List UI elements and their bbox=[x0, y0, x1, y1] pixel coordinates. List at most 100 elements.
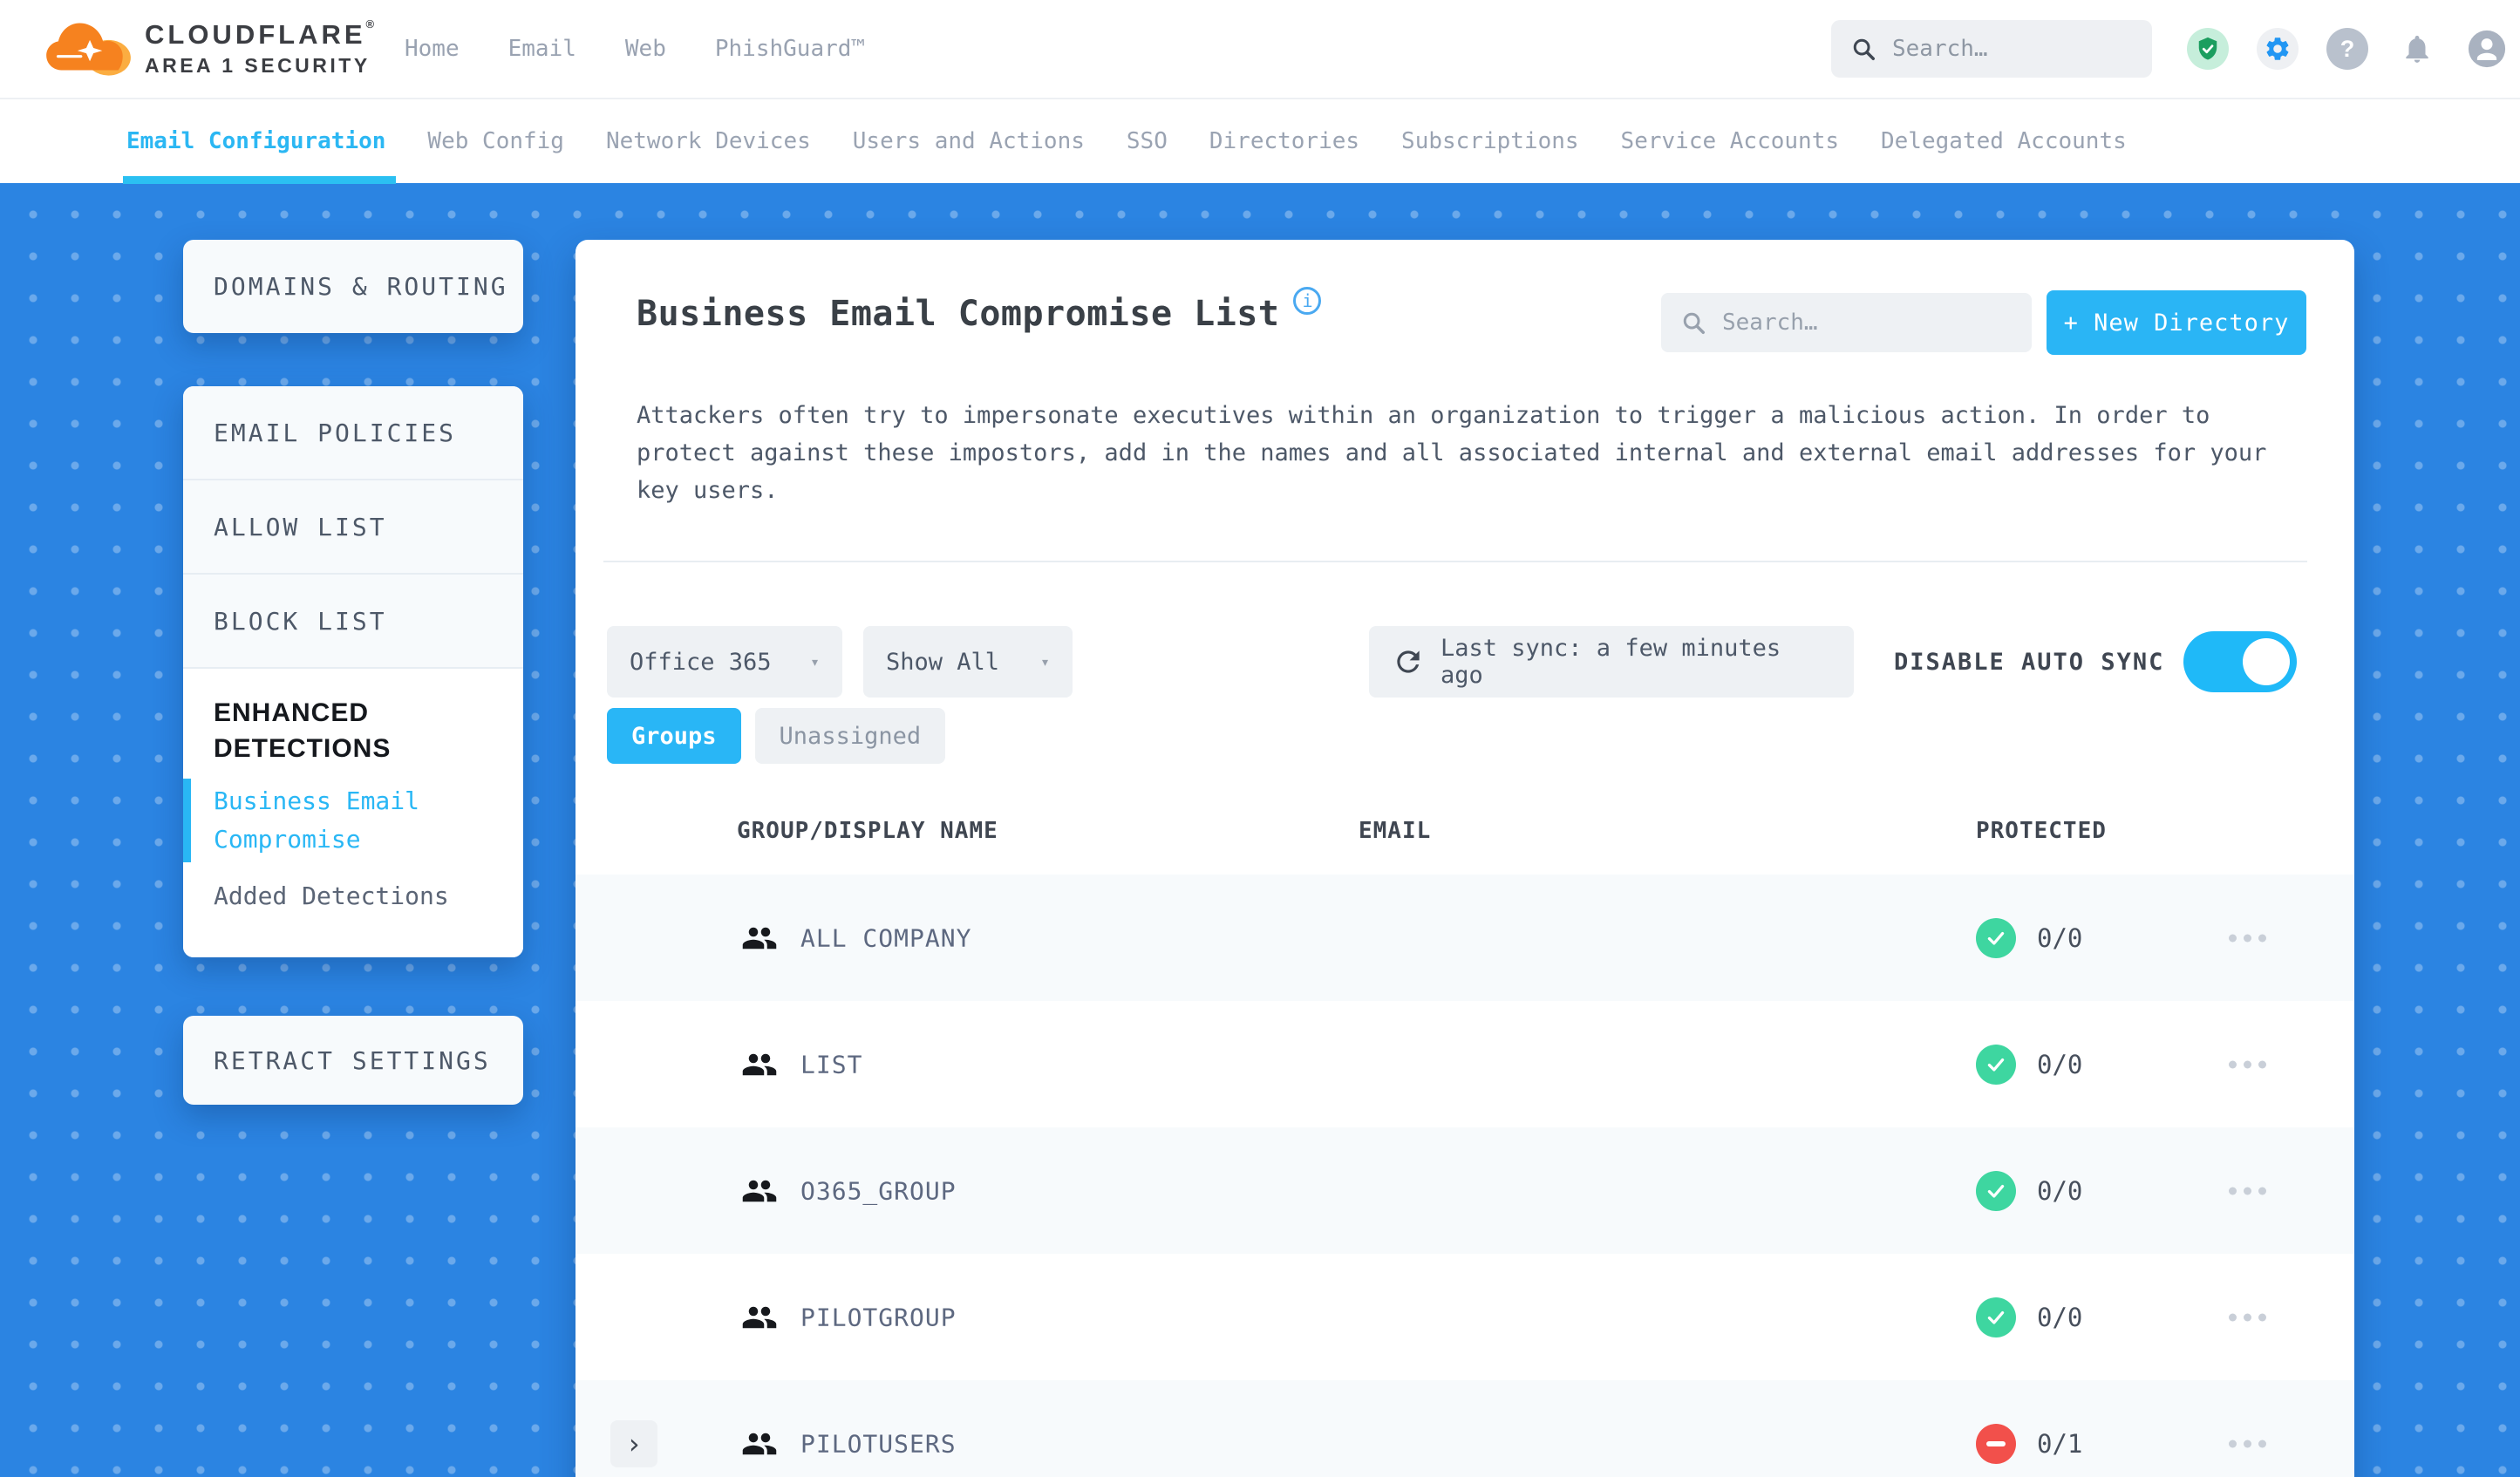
table-row: O365_GROUP 0/0 bbox=[576, 1127, 2354, 1254]
bell-icon bbox=[2406, 35, 2428, 63]
sidebar-item-domains-routing[interactable]: DOMAINS & ROUTING bbox=[183, 240, 523, 333]
brand-line1: CLOUDFLARE® bbox=[145, 17, 375, 50]
avatar-icon bbox=[2468, 30, 2506, 68]
protected-count: 0/0 bbox=[2037, 1302, 2083, 1332]
protected-count: 0/0 bbox=[2037, 922, 2083, 953]
row-actions-menu[interactable] bbox=[2229, 1060, 2266, 1068]
nav-item-home[interactable]: Home bbox=[405, 36, 460, 62]
unassigned-chip[interactable]: Unassigned bbox=[754, 708, 946, 764]
question-mark-icon: ? bbox=[2340, 35, 2355, 62]
protected-count: 0/0 bbox=[2037, 1049, 2083, 1079]
sidebar-item-block-list[interactable]: BLOCK LIST bbox=[183, 575, 523, 669]
global-search[interactable] bbox=[1831, 20, 2152, 78]
sidebar-item-enhanced-detections[interactable]: ENHANCED DETECTIONS bbox=[214, 695, 484, 766]
sidebar-item-email-policies[interactable]: EMAIL POLICIES bbox=[183, 386, 523, 480]
minus-icon bbox=[1986, 1440, 2006, 1446]
nav-item-web[interactable]: Web bbox=[625, 36, 666, 62]
auto-sync-label: DISABLE AUTO SYNC bbox=[1894, 648, 2165, 676]
content-area: DOMAINS & ROUTING EMAIL POLICIES ALLOW L… bbox=[0, 183, 2520, 1477]
table-row: PILOTGROUP 0/0 bbox=[576, 1254, 2354, 1380]
sidebar-item-retract-settings[interactable]: RETRACT SETTINGS bbox=[183, 1016, 523, 1105]
config-tabs: Email Configuration Web Config Network D… bbox=[0, 98, 2520, 184]
chevron-down-icon: ▾ bbox=[810, 652, 820, 671]
protected-status-blocked bbox=[1976, 1423, 2016, 1464]
brand[interactable]: CLOUDFLARE® AREA 1 SECURITY bbox=[38, 10, 374, 84]
page-title-row: Business Email Compromise List i bbox=[637, 287, 1322, 334]
info-icon[interactable]: i bbox=[1293, 287, 1322, 315]
brand-line2: AREA 1 SECURITY bbox=[145, 53, 371, 77]
check-icon bbox=[1987, 1058, 2005, 1072]
view-chips: Groups Unassigned bbox=[607, 708, 946, 764]
group-icon bbox=[742, 1053, 777, 1075]
row-actions-menu[interactable] bbox=[2229, 1440, 2266, 1447]
protected-count: 0/1 bbox=[2037, 1428, 2083, 1459]
row-actions-menu[interactable] bbox=[2229, 1187, 2266, 1195]
tab-directories[interactable]: Directories bbox=[1209, 99, 1359, 184]
nav-item-email[interactable]: Email bbox=[508, 36, 576, 62]
tab-delegated-accounts[interactable]: Delegated Accounts bbox=[1881, 99, 2127, 184]
protected-status-ok bbox=[1976, 1170, 2016, 1211]
security-status-button[interactable] bbox=[2187, 28, 2229, 70]
nav-item-phishguard[interactable]: PhishGuard™ bbox=[715, 36, 865, 62]
directory-select[interactable]: Office 365 ▾ bbox=[607, 626, 842, 698]
group-name: PILOTUSERS bbox=[800, 1429, 957, 1458]
account-button[interactable] bbox=[2466, 28, 2508, 70]
protected-status-ok bbox=[1976, 917, 2016, 958]
tab-web-config[interactable]: Web Config bbox=[427, 99, 564, 184]
tab-users-and-actions[interactable]: Users and Actions bbox=[853, 99, 1085, 184]
row-actions-menu[interactable] bbox=[2229, 934, 2266, 942]
group-name: LIST bbox=[800, 1050, 863, 1079]
toggle-knob bbox=[2243, 638, 2290, 685]
check-icon bbox=[1987, 931, 2005, 945]
registered-mark: ® bbox=[365, 17, 375, 31]
column-email: EMAIL bbox=[1359, 818, 1432, 844]
protected-status-ok bbox=[1976, 1297, 2016, 1337]
column-group-display-name: GROUP/DISPLAY NAME bbox=[737, 818, 998, 844]
sidebar-item-business-email-compromise[interactable]: Business Email Compromise bbox=[183, 779, 458, 862]
expand-row-button[interactable]: › bbox=[610, 1419, 657, 1467]
tab-service-accounts[interactable]: Service Accounts bbox=[1621, 99, 1839, 184]
tab-network-devices[interactable]: Network Devices bbox=[606, 99, 811, 184]
directory-select-value: Office 365 bbox=[630, 648, 772, 676]
global-search-input[interactable] bbox=[1890, 35, 2133, 63]
row-actions-menu[interactable] bbox=[2229, 1313, 2266, 1321]
auto-sync-toggle[interactable] bbox=[2183, 631, 2297, 692]
sidebar-section-enhanced-detections: ENHANCED DETECTIONS Business Email Compr… bbox=[183, 669, 523, 957]
brand-text: CLOUDFLARE® AREA 1 SECURITY bbox=[145, 17, 374, 78]
column-protected: PROTECTED bbox=[1976, 818, 2107, 844]
tab-sso[interactable]: SSO bbox=[1127, 99, 1168, 184]
group-name: O365_GROUP bbox=[800, 1176, 957, 1205]
chevron-right-icon: › bbox=[625, 1426, 643, 1460]
group-icon bbox=[742, 1433, 777, 1454]
table-header: GROUP/DISPLAY NAME EMAIL PROTECTED bbox=[576, 787, 2354, 875]
top-navigation: Home Email Web PhishGuard™ bbox=[405, 0, 865, 98]
show-filter-select[interactable]: Show All ▾ bbox=[863, 626, 1073, 698]
groups-chip[interactable]: Groups bbox=[607, 708, 741, 764]
chevron-down-icon: ▾ bbox=[1040, 652, 1050, 671]
group-icon bbox=[742, 927, 777, 949]
table-row: ALL COMPANY 0/0 bbox=[576, 875, 2354, 1001]
main-panel: Business Email Compromise List i + New D… bbox=[576, 240, 2354, 1477]
shield-check-icon bbox=[2198, 37, 2217, 60]
tab-email-configuration[interactable]: Email Configuration bbox=[122, 99, 397, 184]
help-button[interactable]: ? bbox=[2326, 28, 2368, 70]
list-search-input[interactable] bbox=[1720, 309, 2013, 337]
gear-icon bbox=[2266, 37, 2289, 60]
new-directory-button[interactable]: + New Directory bbox=[2047, 290, 2306, 355]
check-icon bbox=[1987, 1184, 2005, 1198]
tab-subscriptions[interactable]: Subscriptions bbox=[1401, 99, 1579, 184]
list-search[interactable] bbox=[1661, 293, 2032, 352]
sidebar-item-allow-list[interactable]: ALLOW LIST bbox=[183, 480, 523, 575]
last-sync-status[interactable]: Last sync: a few minutes ago bbox=[1369, 626, 1854, 698]
section-divider bbox=[603, 561, 2307, 562]
notifications-button[interactable] bbox=[2396, 28, 2438, 70]
page-title: Business Email Compromise List bbox=[637, 294, 1280, 334]
table-row: LIST 0/0 bbox=[576, 1001, 2354, 1127]
group-icon bbox=[742, 1306, 777, 1328]
app-screen: CLOUDFLARE® AREA 1 SECURITY Home Email W… bbox=[0, 0, 2520, 1477]
page-description: Attackers often try to impersonate execu… bbox=[637, 402, 2267, 504]
sidebar-item-added-detections[interactable]: Added Detections bbox=[214, 881, 523, 910]
table-row: › PILOTUSERS 0/1 bbox=[576, 1380, 2354, 1477]
settings-button[interactable] bbox=[2257, 28, 2299, 70]
protected-status-ok bbox=[1976, 1044, 2016, 1085]
